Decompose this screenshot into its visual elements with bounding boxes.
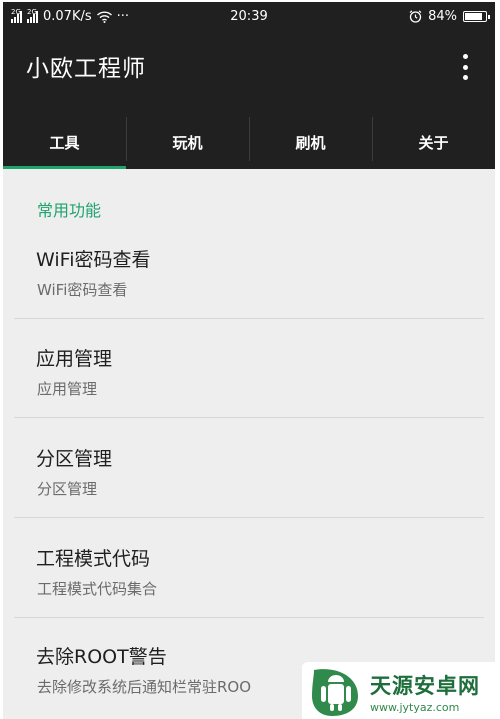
- watermark-name: 天源安卓网: [370, 673, 480, 698]
- alarm-icon: [409, 10, 422, 23]
- item-subtitle: 应用管理: [37, 380, 98, 398]
- list-item-wifi-password[interactable]: WiFi密码查看 WiFi密码查看: [3, 245, 495, 345]
- list-item-partition-manager[interactable]: 分区管理 分区管理: [3, 444, 495, 544]
- tab-play[interactable]: 玩机: [126, 115, 249, 169]
- section-header: 常用功能: [37, 201, 102, 220]
- status-right: 84%: [409, 9, 490, 24]
- watermark-android-icon: [312, 668, 358, 716]
- item-title: 分区管理: [36, 448, 113, 470]
- tab-bar: 工具 玩机 刷机 关于: [3, 115, 495, 169]
- tab-flash[interactable]: 刷机: [249, 115, 372, 169]
- battery-percent: 84%: [428, 9, 457, 24]
- item-subtitle: 去除修改系统后通知栏常驻ROO: [37, 678, 252, 696]
- status-bar: 2G 2G 0.07K/s ··· 20:39 84%: [3, 2, 495, 32]
- watermark-url: www.jytyaz.com: [370, 700, 460, 714]
- item-title: WiFi密码查看: [36, 249, 151, 271]
- list-item-app-manager[interactable]: 应用管理 应用管理: [3, 344, 495, 444]
- item-title: 应用管理: [36, 348, 113, 370]
- divider: [14, 318, 484, 319]
- item-title: 工程模式代码: [36, 548, 151, 570]
- divider: [14, 517, 484, 518]
- tab-about[interactable]: 关于: [372, 115, 495, 169]
- watermark-logo: 天源安卓网 www.jytyaz.com: [302, 662, 495, 719]
- divider: [14, 417, 484, 418]
- item-title: 去除ROOT警告: [36, 646, 167, 668]
- divider: [14, 617, 484, 618]
- app-title: 小欧工程师: [26, 56, 146, 82]
- app-bar: 2G 2G 0.07K/s ··· 20:39 84% 小欧工程师 工具 玩机 …: [3, 2, 495, 169]
- tab-tools[interactable]: 工具: [3, 115, 126, 169]
- item-subtitle: 工程模式代码集合: [37, 580, 158, 598]
- item-subtitle: 分区管理: [37, 480, 98, 498]
- phone-screen: 2G 2G 0.07K/s ··· 20:39 84% 小欧工程师 工具 玩机 …: [3, 2, 495, 719]
- more-vert-icon[interactable]: [455, 54, 475, 80]
- battery-icon: [463, 11, 490, 22]
- list-item-engineering-codes[interactable]: 工程模式代码 工程模式代码集合: [3, 544, 495, 644]
- item-subtitle: WiFi密码查看: [37, 281, 128, 299]
